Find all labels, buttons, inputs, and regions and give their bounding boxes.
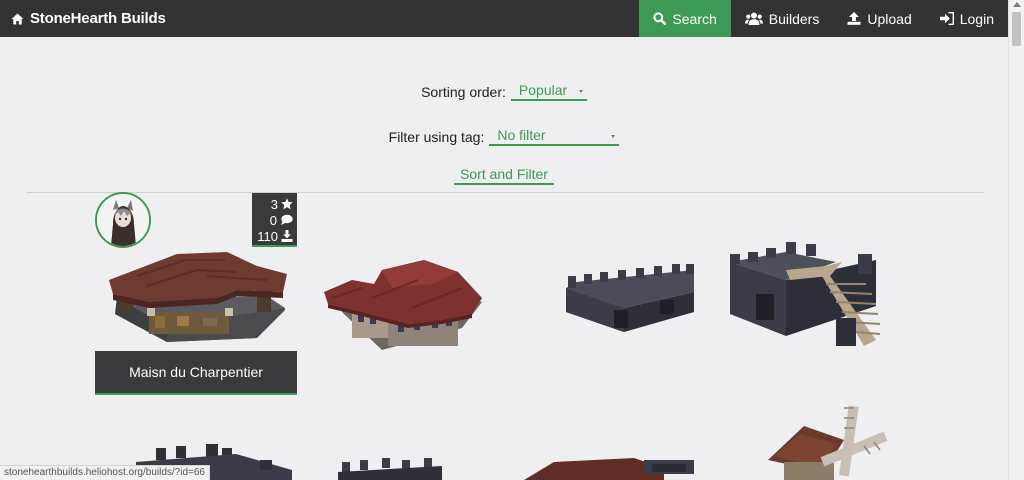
navbar: StoneHearth Builds Search Builders Uploa…: [0, 0, 1008, 37]
login-icon: [939, 12, 954, 25]
sort-filter-button[interactable]: Sort and Filter: [454, 166, 554, 185]
brand-title: StoneHearth Builds: [30, 10, 166, 27]
comments-icon: [281, 214, 293, 225]
status-bar: stonehearthbuilds.heliohost.org/builds/?…: [0, 465, 210, 480]
star-icon: [281, 198, 293, 210]
build-preview-stair-tower[interactable]: [726, 240, 882, 356]
search-icon: [653, 12, 667, 25]
nav-login-label: Login: [959, 10, 994, 27]
nav-login[interactable]: Login: [926, 0, 1008, 37]
caret-down-icon: [611, 135, 616, 138]
users-icon: [744, 12, 763, 25]
brand-link[interactable]: StoneHearth Builds: [0, 0, 166, 37]
sort-label: Sorting order:: [421, 83, 506, 100]
avatar-image: [97, 194, 149, 246]
stars-count: 3: [270, 196, 278, 212]
comments-stat: 0: [252, 212, 297, 228]
build-stats: 3 0 110: [252, 193, 297, 247]
divider: [27, 192, 984, 193]
nav-upload[interactable]: Upload: [833, 0, 925, 37]
downloads-count: 110: [257, 228, 278, 244]
build-preview-carpenter-house[interactable]: [107, 246, 291, 352]
upload-icon: [847, 12, 861, 25]
nav-upload-label: Upload: [867, 10, 912, 27]
nav-search-label: Search: [672, 10, 717, 27]
builder-avatar[interactable]: [95, 192, 151, 248]
build-preview-manor[interactable]: [322, 258, 486, 362]
build-preview-roof-house[interactable]: [524, 452, 704, 480]
caret-down-icon: [578, 90, 583, 93]
build-title: Maisn du Charpentier: [129, 364, 263, 380]
build-preview-wall-3[interactable]: [338, 456, 442, 480]
sort-select-value: Popular: [518, 82, 568, 98]
downloads-stat: 110: [252, 228, 297, 244]
status-url: stonehearthbuilds.heliohost.org/builds/?…: [4, 467, 205, 478]
submit-row: Sort and Filter: [0, 166, 1008, 185]
nav-builders[interactable]: Builders: [731, 0, 834, 37]
tag-row: Filter using tag: No filter: [0, 127, 1008, 146]
page-scrollbar[interactable]: [1008, 0, 1024, 480]
comments-count: 0: [269, 212, 277, 228]
build-preview-windmill[interactable]: [764, 404, 892, 480]
download-icon: [281, 230, 293, 242]
scroll-up-arrow-icon[interactable]: [1013, 2, 1021, 7]
nav-search[interactable]: Search: [639, 0, 731, 37]
build-preview-wall-gate[interactable]: [564, 262, 696, 336]
tag-label: Filter using tag:: [388, 128, 485, 145]
tag-select-value: No filter: [497, 127, 546, 143]
scroll-thumb[interactable]: [1012, 12, 1021, 46]
stars-stat: 3: [252, 196, 297, 212]
tag-select[interactable]: No filter: [489, 127, 620, 146]
build-title-button[interactable]: Maisn du Charpentier: [95, 351, 297, 395]
home-icon: [11, 13, 24, 24]
sort-select[interactable]: Popular: [510, 82, 587, 101]
nav-builders-label: Builders: [768, 10, 820, 27]
sort-row: Sorting order: Popular: [0, 82, 1008, 101]
